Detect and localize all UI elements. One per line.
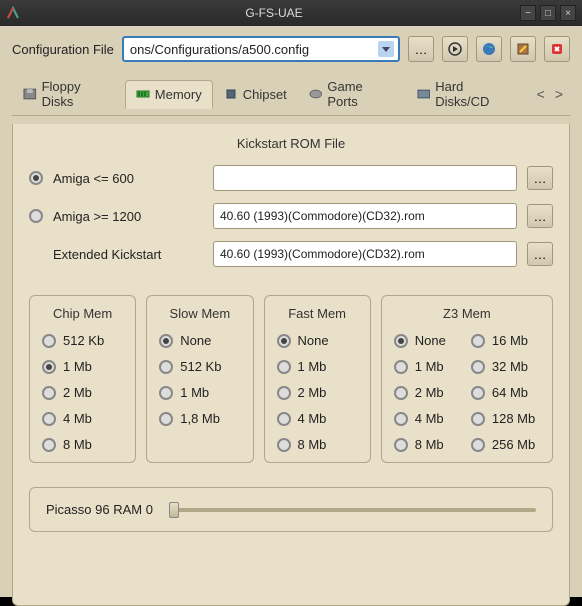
radio-icon[interactable] [159, 386, 173, 400]
tab-scroll-left-icon[interactable]: < [534, 86, 548, 102]
browse-amiga-1200[interactable]: … [527, 204, 553, 228]
edit-button[interactable] [510, 36, 536, 62]
config-file-label: Configuration File [12, 42, 114, 57]
radio-icon[interactable] [277, 386, 291, 400]
radio-icon[interactable] [394, 412, 408, 426]
chipset-icon [224, 88, 238, 100]
tab-scroll-right-icon[interactable]: > [552, 86, 566, 102]
mem-option[interactable]: 1 Mb [394, 359, 463, 374]
radio-amiga-600[interactable] [29, 171, 43, 185]
label-ext-kickstart: Extended Kickstart [53, 247, 203, 262]
config-file-combo[interactable]: ons/Configurations/a500.config [122, 36, 400, 62]
mem-option[interactable]: 128 Mb [471, 411, 540, 426]
tab-floppy-disks[interactable]: Floppy Disks [12, 72, 125, 115]
radio-icon[interactable] [471, 438, 485, 452]
mem-option[interactable]: 4 Mb [277, 411, 358, 426]
mem-option[interactable]: 1 Mb [277, 359, 358, 374]
chevron-down-icon[interactable] [378, 41, 394, 57]
label-amiga-600: Amiga <= 600 [53, 171, 203, 186]
mem-option[interactable]: 8 Mb [394, 437, 463, 452]
radio-icon[interactable] [471, 386, 485, 400]
radio-icon[interactable] [159, 334, 173, 348]
tab-game-ports[interactable]: Game Ports [298, 72, 406, 115]
maximize-button[interactable]: □ [540, 5, 556, 21]
titlebar: G-FS-UAE − □ × [0, 0, 582, 26]
picasso-group: Picasso 96 RAM 0 [29, 487, 553, 532]
mem-option[interactable]: 2 Mb [42, 385, 123, 400]
radio-icon[interactable] [471, 412, 485, 426]
mem-option[interactable]: 2 Mb [277, 385, 358, 400]
memory-icon [136, 88, 150, 100]
radio-icon[interactable] [471, 360, 485, 374]
tab-hard-disks[interactable]: Hard Disks/CD [406, 72, 530, 115]
radio-icon[interactable] [471, 334, 485, 348]
picasso-label: Picasso 96 RAM 0 [46, 502, 153, 517]
mem-option[interactable]: 512 Kb [42, 333, 123, 348]
config-file-value: ons/Configurations/a500.config [130, 42, 309, 57]
close-button[interactable]: × [560, 5, 576, 21]
kickstart-title: Kickstart ROM File [29, 136, 553, 151]
memory-panel: Kickstart ROM File Amiga <= 600 … Amiga … [12, 124, 570, 606]
z3-mem-group: Z3 Mem None16 Mb1 Mb32 Mb2 Mb64 Mb4 Mb12… [381, 295, 553, 463]
radio-icon[interactable] [42, 360, 56, 374]
floppy-icon [23, 88, 37, 100]
radio-icon[interactable] [42, 334, 56, 348]
gamepad-icon [309, 88, 323, 100]
mem-option[interactable]: None [277, 333, 358, 348]
window-title: G-FS-UAE [28, 6, 520, 20]
mem-option[interactable]: 16 Mb [471, 333, 540, 348]
harddisk-icon [417, 88, 431, 100]
chip-mem-group: Chip Mem 512 Kb1 Mb2 Mb4 Mb8 Mb [29, 295, 136, 463]
slider-thumb[interactable] [169, 502, 179, 518]
mem-option[interactable]: 8 Mb [277, 437, 358, 452]
radio-icon[interactable] [159, 360, 173, 374]
radio-icon[interactable] [277, 412, 291, 426]
tab-chipset[interactable]: Chipset [213, 80, 298, 108]
tab-bar: Floppy Disks Memory Chipset Game Ports H… [12, 72, 570, 116]
mem-option[interactable]: 4 Mb [394, 411, 463, 426]
mem-option[interactable]: 64 Mb [471, 385, 540, 400]
radio-amiga-1200[interactable] [29, 209, 43, 223]
fast-mem-group: Fast Mem None1 Mb2 Mb4 Mb8 Mb [264, 295, 371, 463]
radio-icon[interactable] [42, 438, 56, 452]
input-ext-kickstart[interactable] [213, 241, 517, 267]
mem-option[interactable]: 4 Mb [42, 411, 123, 426]
radio-icon[interactable] [159, 412, 173, 426]
radio-icon[interactable] [394, 334, 408, 348]
play-button[interactable] [442, 36, 468, 62]
picasso-slider[interactable] [169, 508, 536, 512]
app-icon [6, 6, 20, 20]
radio-icon[interactable] [277, 360, 291, 374]
label-amiga-1200: Amiga >= 1200 [53, 209, 203, 224]
mem-option[interactable]: 1 Mb [42, 359, 123, 374]
minimize-button[interactable]: − [520, 5, 536, 21]
mem-option[interactable]: 256 Mb [471, 437, 540, 452]
radio-icon[interactable] [394, 360, 408, 374]
mem-option[interactable]: 1 Mb [159, 385, 240, 400]
mem-option[interactable]: 512 Kb [159, 359, 240, 374]
radio-icon[interactable] [277, 334, 291, 348]
input-amiga-600[interactable] [213, 165, 517, 191]
radio-icon[interactable] [42, 412, 56, 426]
mem-option[interactable]: 2 Mb [394, 385, 463, 400]
tab-memory[interactable]: Memory [125, 80, 213, 109]
mem-option[interactable]: 1,8 Mb [159, 411, 240, 426]
globe-button[interactable] [476, 36, 502, 62]
radio-icon[interactable] [394, 438, 408, 452]
browse-amiga-600[interactable]: … [527, 166, 553, 190]
browse-ext-kickstart[interactable]: … [527, 242, 553, 266]
slow-mem-group: Slow Mem None512 Kb1 Mb1,8 Mb [146, 295, 253, 463]
mem-option[interactable]: None [394, 333, 463, 348]
mem-option[interactable]: 32 Mb [471, 359, 540, 374]
mem-option[interactable]: 8 Mb [42, 437, 123, 452]
delete-button[interactable] [544, 36, 570, 62]
radio-icon[interactable] [42, 386, 56, 400]
input-amiga-1200[interactable] [213, 203, 517, 229]
radio-icon[interactable] [394, 386, 408, 400]
mem-option[interactable]: None [159, 333, 240, 348]
radio-icon[interactable] [277, 438, 291, 452]
browse-button[interactable]: … [408, 36, 434, 62]
